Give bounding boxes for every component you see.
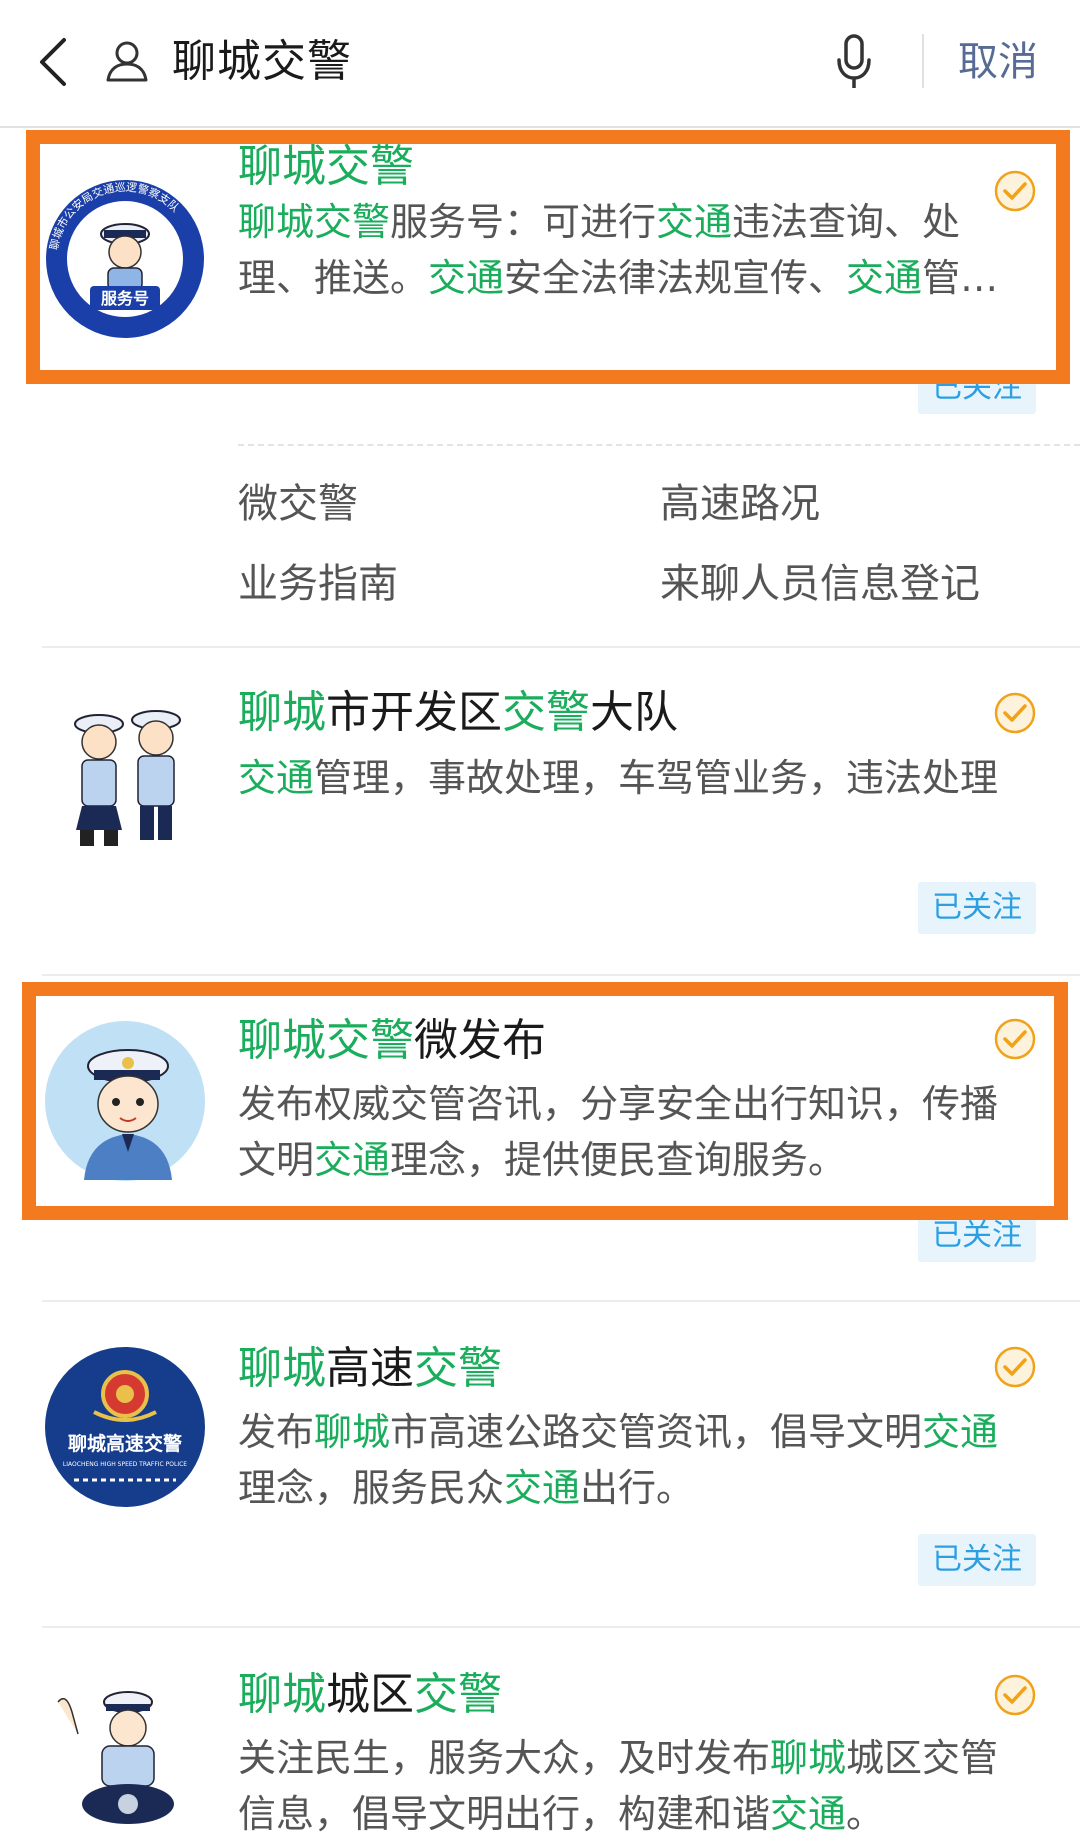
- annotation-highlight-box: [22, 982, 1068, 1220]
- result-divider: [42, 974, 1080, 976]
- verified-check-icon: [994, 692, 1036, 734]
- menu-item-visitor-registration[interactable]: 来聊人员信息登记: [660, 558, 980, 610]
- result-title[interactable]: 聊城城区交警: [238, 1666, 502, 1724]
- microphone-icon[interactable]: [834, 34, 874, 90]
- verified-check-icon: [994, 1346, 1036, 1388]
- search-input[interactable]: 聊城交警: [172, 34, 352, 90]
- followed-badge[interactable]: 已关注: [918, 1534, 1036, 1586]
- cancel-button[interactable]: 取消: [958, 36, 1038, 88]
- annotation-highlight-box: [26, 130, 1070, 384]
- result-title[interactable]: 聊城市开发区交警大队: [238, 684, 678, 742]
- header-divider: [922, 34, 924, 88]
- verified-check-icon: [994, 1674, 1036, 1716]
- user-icon: [106, 41, 148, 82]
- result-description: 交通管理，事故处理，车驾管业务，违法处理: [238, 756, 999, 800]
- menu-separator: [238, 444, 1080, 446]
- result-description: 发布聊城市高速公路交管资讯，倡导文明交通理念，服务民众交通出行。: [238, 1410, 999, 1510]
- result-divider: [42, 646, 1080, 648]
- svg-text:LIAOCHENG HIGH SPEED TRAFFIC P: LIAOCHENG HIGH SPEED TRAFFIC POLICE: [63, 1461, 187, 1468]
- followed-badge[interactable]: 已关注: [918, 882, 1036, 934]
- result-description: 关注民生，服务大众，及时发布聊城城区交管信息，倡导文明出行，构建和谐交通。: [238, 1736, 999, 1836]
- chevron-left-icon[interactable]: [34, 36, 74, 88]
- menu-item-highway-conditions[interactable]: 高速路况: [660, 478, 820, 530]
- traffic-police-cartoon-avatar: [74, 710, 181, 846]
- menu-item-business-guide[interactable]: 业务指南: [238, 558, 398, 610]
- highway-police-emblem-avatar: 聊城高速交警 LIAOCHENG HIGH SPEED TRAFFIC POLI…: [45, 1347, 205, 1507]
- result-title[interactable]: 聊城高速交警: [238, 1340, 502, 1398]
- result-divider: [42, 1626, 1080, 1628]
- result-divider: [42, 1300, 1080, 1302]
- svg-text:聊城高速交警: 聊城高速交警: [68, 1432, 182, 1455]
- menu-item-wei-jiaojing[interactable]: 微交警: [238, 478, 358, 530]
- motorcycle-police-avatar: [57, 1691, 174, 1824]
- search-header: 聊城交警 取消: [0, 0, 1080, 128]
